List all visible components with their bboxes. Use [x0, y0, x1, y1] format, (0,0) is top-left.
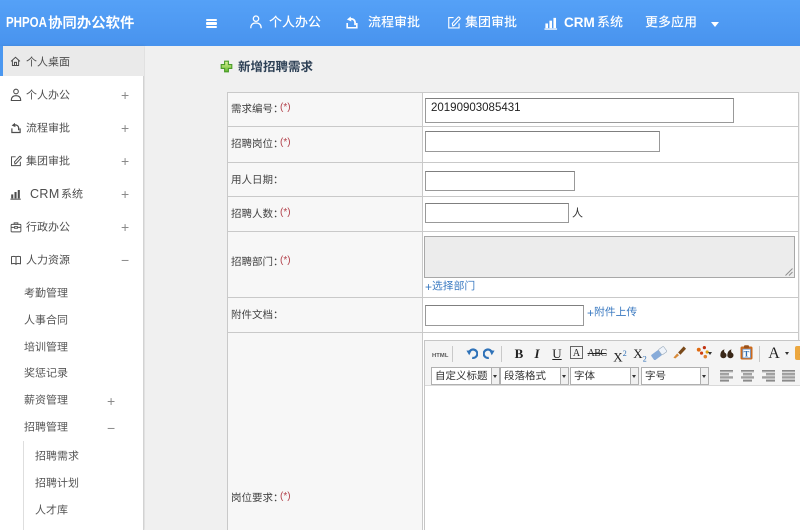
svg-text:T: T	[744, 349, 750, 359]
svg-text:HTML: HTML	[432, 353, 449, 359]
